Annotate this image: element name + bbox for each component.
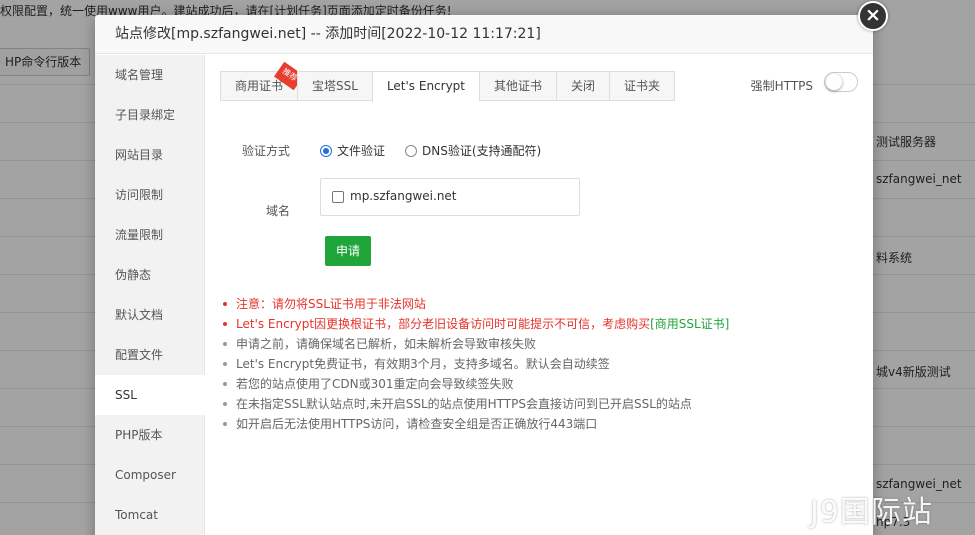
note-item: 若您的站点使用了CDN或301重定向会导致续签失败 <box>223 374 729 394</box>
toggle-knob <box>826 74 842 90</box>
sidebar-item-subdirectory-binding[interactable]: 子目录绑定 <box>95 95 204 135</box>
domain-list-box: mp.szfangwei.net <box>320 178 580 216</box>
tab-commercial-cert[interactable]: 商用证书 推荐 <box>220 61 305 101</box>
force-https-toggle[interactable] <box>824 72 858 92</box>
sidebar-item-traffic-limit[interactable]: 流量限制 <box>95 215 204 255</box>
modal-title: 站点修改[mp.szfangwei.net] -- 添加时间[2022-10-1… <box>95 15 873 54</box>
tab-close-ssl[interactable]: 关闭 <box>556 71 610 101</box>
site-edit-modal: 站点修改[mp.szfangwei.net] -- 添加时间[2022-10-1… <box>95 15 873 535</box>
sidebar-item-default-document[interactable]: 默认文档 <box>95 295 204 335</box>
note-item: Let's Encrypt因更换根证书，部分老旧设备访问时可能提示不可信，考虑购… <box>223 314 729 334</box>
domain-label: 域名 <box>265 204 290 218</box>
ssl-tabs: 商用证书 推荐 宝塔SSL Let's Encrypt 其他证书 关闭 证书夹 <box>220 61 676 102</box>
note-item: 在未指定SSL默认站点时,未开启SSL的站点使用HTTPS会直接访问到已开启SS… <box>223 394 729 414</box>
note-item: 如开启后无法使用HTTPS访问，请检查安全组是否正确放行443端口 <box>223 414 729 434</box>
radio-dot[interactable] <box>405 144 417 157</box>
radio-label: 文件验证 <box>337 144 386 158</box>
sidebar-item-php-version[interactable]: PHP版本 <box>95 415 204 455</box>
settings-sidebar: 域名管理 子目录绑定 网站目录 访问限制 流量限制 伪静态 默认文档 配置文件 … <box>95 55 205 535</box>
tab-lets-encrypt[interactable]: Let's Encrypt <box>371 71 480 102</box>
sidebar-item-tomcat[interactable]: Tomcat <box>95 495 204 535</box>
force-https-label: 强制HTTPS <box>750 79 813 93</box>
domain-checkbox[interactable] <box>332 191 344 203</box>
radio-label: DNS验证(支持通配符) <box>422 144 542 158</box>
tab-baota-ssl[interactable]: 宝塔SSL <box>297 71 372 101</box>
apply-button[interactable]: 申请 <box>325 236 371 266</box>
ssl-notes-list: 注意：请勿将SSL证书用于非法网站 Let's Encrypt因更换根证书，部分… <box>223 294 729 434</box>
sidebar-item-config-file[interactable]: 配置文件 <box>95 335 204 375</box>
note-item: 申请之前，请确保域名已解析，如未解析会导致审核失败 <box>223 334 729 354</box>
radio-file-verify[interactable]: 文件验证 <box>320 142 385 159</box>
sidebar-item-site-directory[interactable]: 网站目录 <box>95 135 204 175</box>
tab-cert-folder[interactable]: 证书夹 <box>609 71 676 101</box>
sidebar-item-rewrite[interactable]: 伪静态 <box>95 255 204 295</box>
watermark: J9国际站 <box>810 495 933 530</box>
sidebar-item-ssl[interactable]: SSL <box>95 375 205 415</box>
ssl-panel: 商用证书 推荐 宝塔SSL Let's Encrypt 其他证书 关闭 证书夹 … <box>205 55 873 535</box>
sidebar-item-domain-management[interactable]: 域名管理 <box>95 55 204 95</box>
radio-dns-verify[interactable]: DNS验证(支持通配符) <box>405 142 541 159</box>
buy-commercial-ssl-link[interactable]: [商用SSL证书] <box>650 317 729 331</box>
domain-name: mp.szfangwei.net <box>350 189 457 203</box>
note-item: Let's Encrypt免费证书，有效期3个月，支持多域名。默认会自动续签 <box>223 354 729 374</box>
sidebar-item-composer[interactable]: Composer <box>95 455 204 495</box>
close-icon[interactable]: × <box>858 1 888 31</box>
verify-method-label: 验证方式 <box>241 144 290 158</box>
note-text: Let's Encrypt因更换根证书，部分老旧设备访问时可能提示不可信，考虑购… <box>236 317 651 331</box>
sidebar-item-access-limit[interactable]: 访问限制 <box>95 175 204 215</box>
tab-label: 商用证书 <box>235 79 284 93</box>
radio-dot[interactable] <box>320 144 332 157</box>
tab-other-cert[interactable]: 其他证书 <box>479 71 557 101</box>
note-item: 注意：请勿将SSL证书用于非法网站 <box>223 294 729 314</box>
